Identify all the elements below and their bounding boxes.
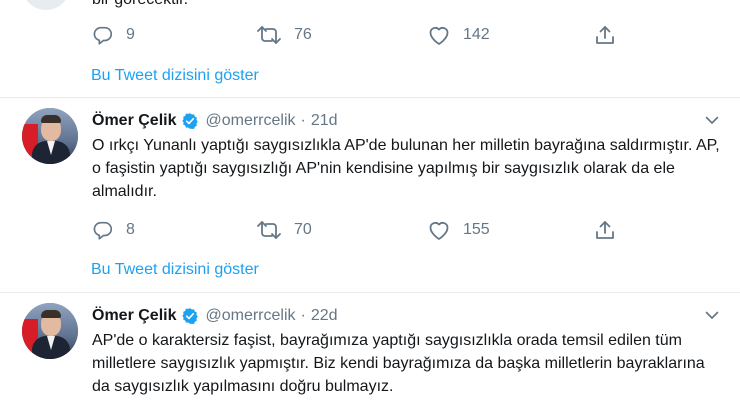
separator-dot: · xyxy=(300,307,306,324)
author-handle[interactable]: @omerrcelik xyxy=(205,307,295,325)
avatar[interactable] xyxy=(22,108,78,164)
chevron-down-icon[interactable] xyxy=(704,307,720,323)
like-button[interactable]: 142 xyxy=(427,23,490,47)
tweet-actions: 8 70 155 xyxy=(92,218,632,242)
tweet[interactable]: Ömer Çelik @omerrcelik · 22d AP'de o kar… xyxy=(0,293,740,416)
tweet-timestamp[interactable]: 21d xyxy=(311,112,338,130)
reply-button[interactable]: 9 xyxy=(92,23,135,47)
tweet-timestamp[interactable]: 22d xyxy=(311,307,338,325)
share-icon xyxy=(596,26,614,44)
separator-dot: · xyxy=(300,112,306,129)
avatar[interactable] xyxy=(22,303,78,359)
share-button[interactable] xyxy=(594,23,616,47)
retweet-count: 70 xyxy=(294,221,312,238)
avatar[interactable] xyxy=(22,0,70,10)
reply-button[interactable]: 8 xyxy=(92,218,135,242)
like-button[interactable]: 155 xyxy=(427,218,490,242)
show-thread-link[interactable]: Bu Tweet dizisini göster xyxy=(91,67,259,85)
tweet-text: AP'de o karaktersiz faşist, bayrağımıza … xyxy=(92,332,705,395)
tweet-text: O ırkçı Yunanlı yaptığı saygısızlıkla AP… xyxy=(92,137,720,200)
author-handle[interactable]: @omerrcelik xyxy=(205,112,295,130)
heart-icon xyxy=(429,27,449,45)
retweet-icon xyxy=(257,26,281,44)
verified-badge-icon xyxy=(182,113,199,130)
show-thread-link[interactable]: Bu Tweet dizisini göster xyxy=(91,261,259,279)
retweet-button[interactable]: 76 xyxy=(256,23,312,47)
author-name[interactable]: Ömer Çelik xyxy=(92,307,176,325)
tweet-header: Ömer Çelik @omerrcelik · 21d xyxy=(92,110,338,132)
author-name[interactable]: Ömer Çelik xyxy=(92,112,176,130)
reply-icon xyxy=(93,221,113,240)
retweet-button[interactable]: 70 xyxy=(256,218,312,242)
reply-count: 8 xyxy=(126,221,135,238)
heart-icon xyxy=(429,222,449,240)
tweet-text: bir görecektir. xyxy=(92,0,188,10)
share-button[interactable] xyxy=(594,218,616,242)
like-count: 155 xyxy=(463,221,490,238)
tweet-actions: 9 76 142 xyxy=(92,23,632,47)
retweet-icon xyxy=(257,221,281,239)
retweet-count: 76 xyxy=(294,26,312,43)
reply-count: 9 xyxy=(126,26,135,43)
like-count: 142 xyxy=(463,26,490,43)
tweet[interactable]: Ömer Çelik @omerrcelik · 21d O ırkçı Yun… xyxy=(0,98,740,293)
timeline: bir görecektir. 9 76 142 xyxy=(0,0,740,416)
reply-icon xyxy=(93,26,113,45)
chevron-down-icon[interactable] xyxy=(704,112,720,128)
share-icon xyxy=(596,221,614,239)
tweet-header: Ömer Çelik @omerrcelik · 22d xyxy=(92,305,338,327)
verified-badge-icon xyxy=(182,308,199,325)
